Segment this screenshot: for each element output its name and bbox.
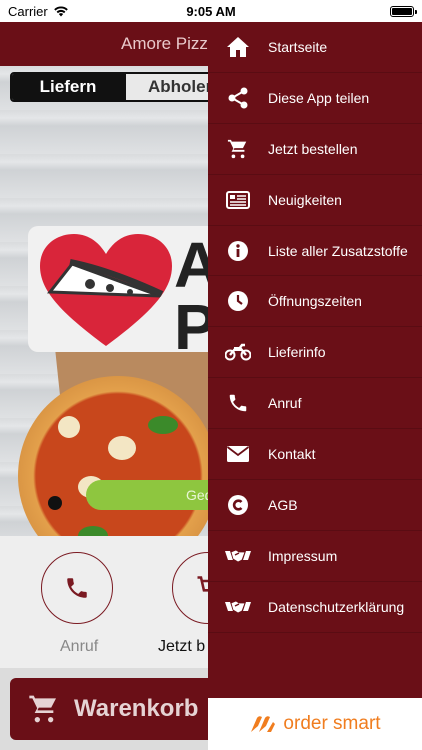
carrier-group: Carrier (8, 4, 69, 19)
menu-item-additives[interactable]: Liste aller Zusatzstoffe (208, 226, 422, 277)
menu-label: Diese App teilen (268, 89, 370, 106)
menu-label: Impressum (268, 547, 338, 564)
menu-item-agb[interactable]: AGB (208, 480, 422, 531)
menu-label: Lieferinfo (268, 344, 326, 361)
menu-item-imprint[interactable]: Impressum (208, 531, 422, 582)
carrier-label: Carrier (8, 3, 48, 19)
clock-icon (208, 290, 268, 312)
menu-label: AGB (268, 496, 298, 513)
menu-item-share[interactable]: Diese App teilen (208, 73, 422, 124)
menu-item-opening-hours[interactable]: Öffnungszeiten (208, 276, 422, 328)
delivery-mode-toggle[interactable]: Liefern Abholen (10, 72, 240, 102)
mail-icon (208, 445, 268, 463)
menu-item-delivery-info[interactable]: Lieferinfo (208, 327, 422, 379)
app-title: Amore Pizza (121, 34, 218, 53)
menu-item-order[interactable]: Jetzt bestellen (208, 124, 422, 175)
handshake-icon (208, 598, 268, 616)
order-smart-mark-icon (251, 716, 276, 732)
battery-icon (390, 5, 417, 17)
tab-delivery[interactable]: Liefern (12, 74, 124, 100)
phone-icon (67, 578, 87, 598)
menu-label: Öffnungszeiten (268, 293, 362, 310)
menu-label: Neuigkeiten (268, 191, 342, 208)
menu-item-news[interactable]: Neuigkeiten (208, 175, 422, 226)
menu-label: Startseite (268, 38, 328, 55)
home-icon (208, 36, 268, 58)
share-icon (208, 87, 268, 109)
call-label: Anruf (60, 638, 99, 655)
menu-label: Kontakt (268, 446, 316, 463)
menu-label: Liste aller Zusatzstoffe (268, 242, 408, 259)
menu-item-privacy[interactable]: Datenschutzerklärung (208, 582, 422, 633)
menu-item-startseite[interactable]: Startseite (208, 22, 422, 73)
menu-item-call[interactable]: Anruf (208, 378, 422, 430)
copyright-icon (208, 494, 268, 516)
info-icon (208, 240, 268, 262)
brand-name: order smart (283, 713, 381, 734)
navigation-drawer: Startseite Diese App teilen Jetzt bestel… (208, 22, 422, 698)
news-icon (208, 190, 268, 209)
menu-label: Anruf (268, 395, 302, 412)
order-now-label: Jetzt b (158, 638, 206, 655)
phone-icon (208, 392, 268, 414)
menu-item-contact[interactable]: Kontakt (208, 429, 422, 481)
cart-icon (208, 138, 268, 160)
menu-label: Jetzt bestellen (268, 140, 358, 157)
status-bar: Carrier 9:05 AM (0, 0, 422, 22)
wifi-icon (53, 6, 68, 17)
call-button[interactable] (41, 552, 113, 624)
order-smart-logo: order smart (208, 698, 422, 750)
motorcycle-icon (208, 343, 268, 361)
cart-icon (29, 695, 56, 723)
handshake-icon (208, 547, 268, 565)
heart-pizza-logo (40, 234, 172, 346)
menu-label: Datenschutzerklärung (268, 598, 405, 615)
cart-label: Warenkorb (74, 695, 199, 722)
